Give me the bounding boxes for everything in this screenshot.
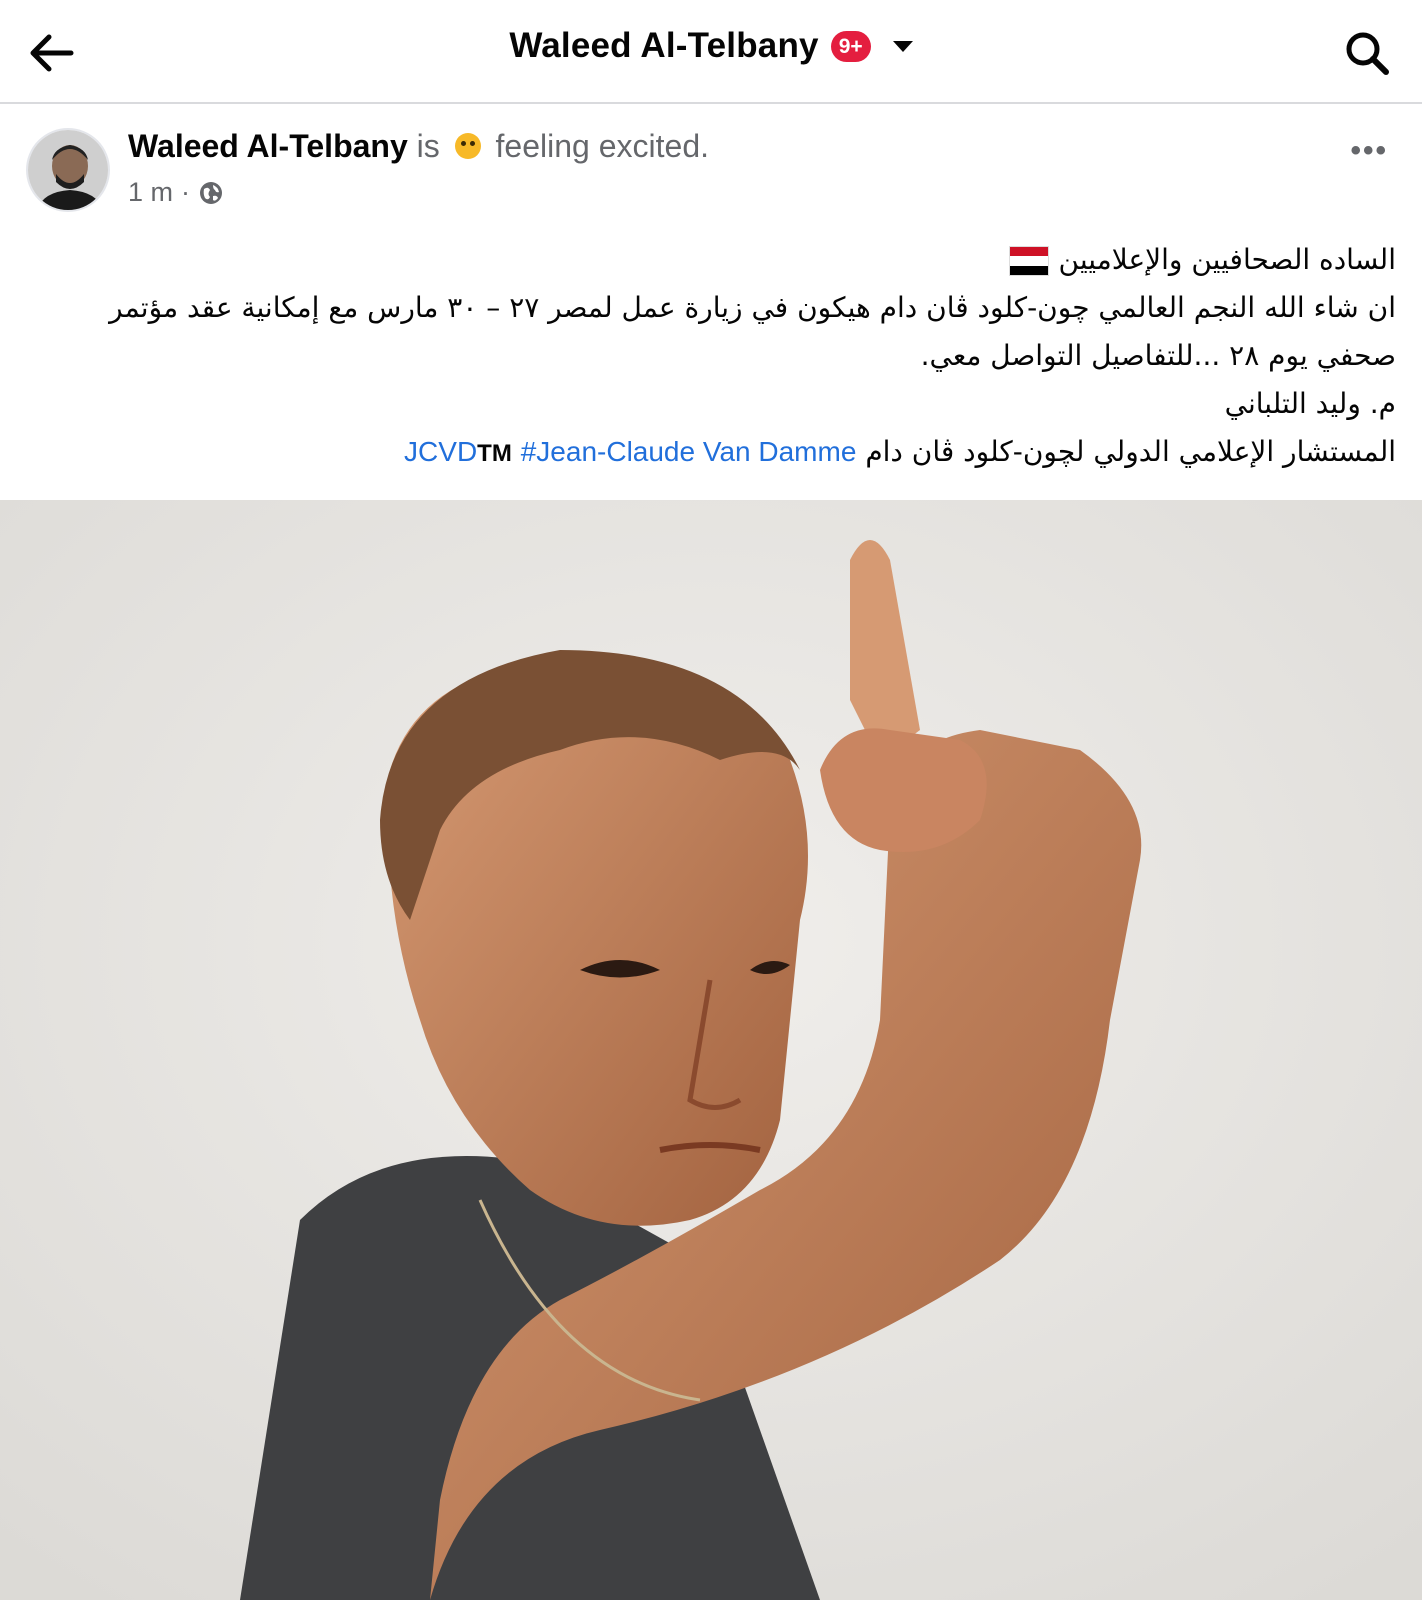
chevron-down-icon[interactable] [892, 40, 913, 52]
post-line-5-text: المستشار الإعلامي الدولي لچون-كلود ڤان د… [865, 435, 1396, 468]
hashtag-link[interactable]: #Jean-Claude Van Damme [521, 436, 857, 467]
post-text: الساده الصحافيين والإعلاميين ان شاء الله… [24, 236, 1396, 478]
post-header: Waleed Al-Telbany is feeling excited. 1 … [0, 104, 1422, 222]
meta-separator: · [181, 177, 191, 207]
notification-badge: 9+ [830, 30, 871, 62]
jcvd-page-link[interactable]: JCVD [404, 436, 477, 467]
globe-icon [200, 181, 223, 204]
feeling-text: feeling excited. [495, 128, 709, 164]
post-meta: 1 m · [128, 177, 224, 208]
avatar[interactable] [26, 128, 110, 212]
page-title: Waleed Al-Telbany [509, 26, 819, 65]
search-icon [1346, 32, 1389, 75]
post-photo[interactable] [0, 500, 1422, 1600]
profile-title-switcher[interactable]: Waleed Al-Telbany 9+ [0, 26, 1422, 66]
more-options-button[interactable]: ••• [1350, 134, 1388, 168]
search-button[interactable] [1338, 24, 1396, 82]
post-photo-illustration [0, 500, 1422, 1600]
post-line-1: الساده الصحافيين والإعلاميين [24, 236, 1396, 284]
post-line-4: م. وليد التلباني [1224, 387, 1396, 420]
top-bar: Waleed Al-Telbany 9+ [0, 0, 1422, 104]
egypt-flag-icon [1008, 246, 1049, 276]
post-line-3: صحفي يوم ٢٨ ...للتفاصيل التواصل معي. [920, 339, 1396, 372]
is-label: is [416, 128, 440, 164]
trademark-mark: TM [477, 440, 512, 467]
post-line-1-text: الساده الصحافيين والإعلاميين [1058, 243, 1396, 276]
author-line: Waleed Al-Telbany is feeling excited. [128, 128, 709, 165]
post-line-2: ان شاء الله النجم العالمي چون-كلود ڤان د… [109, 291, 1396, 324]
post-time[interactable]: 1 m [128, 177, 173, 208]
author-name[interactable]: Waleed Al-Telbany [128, 128, 408, 164]
excited-emoji-icon [454, 133, 481, 159]
post-line-5: المستشار الإعلامي الدولي لچون-كلود ڤان د… [24, 428, 1396, 478]
